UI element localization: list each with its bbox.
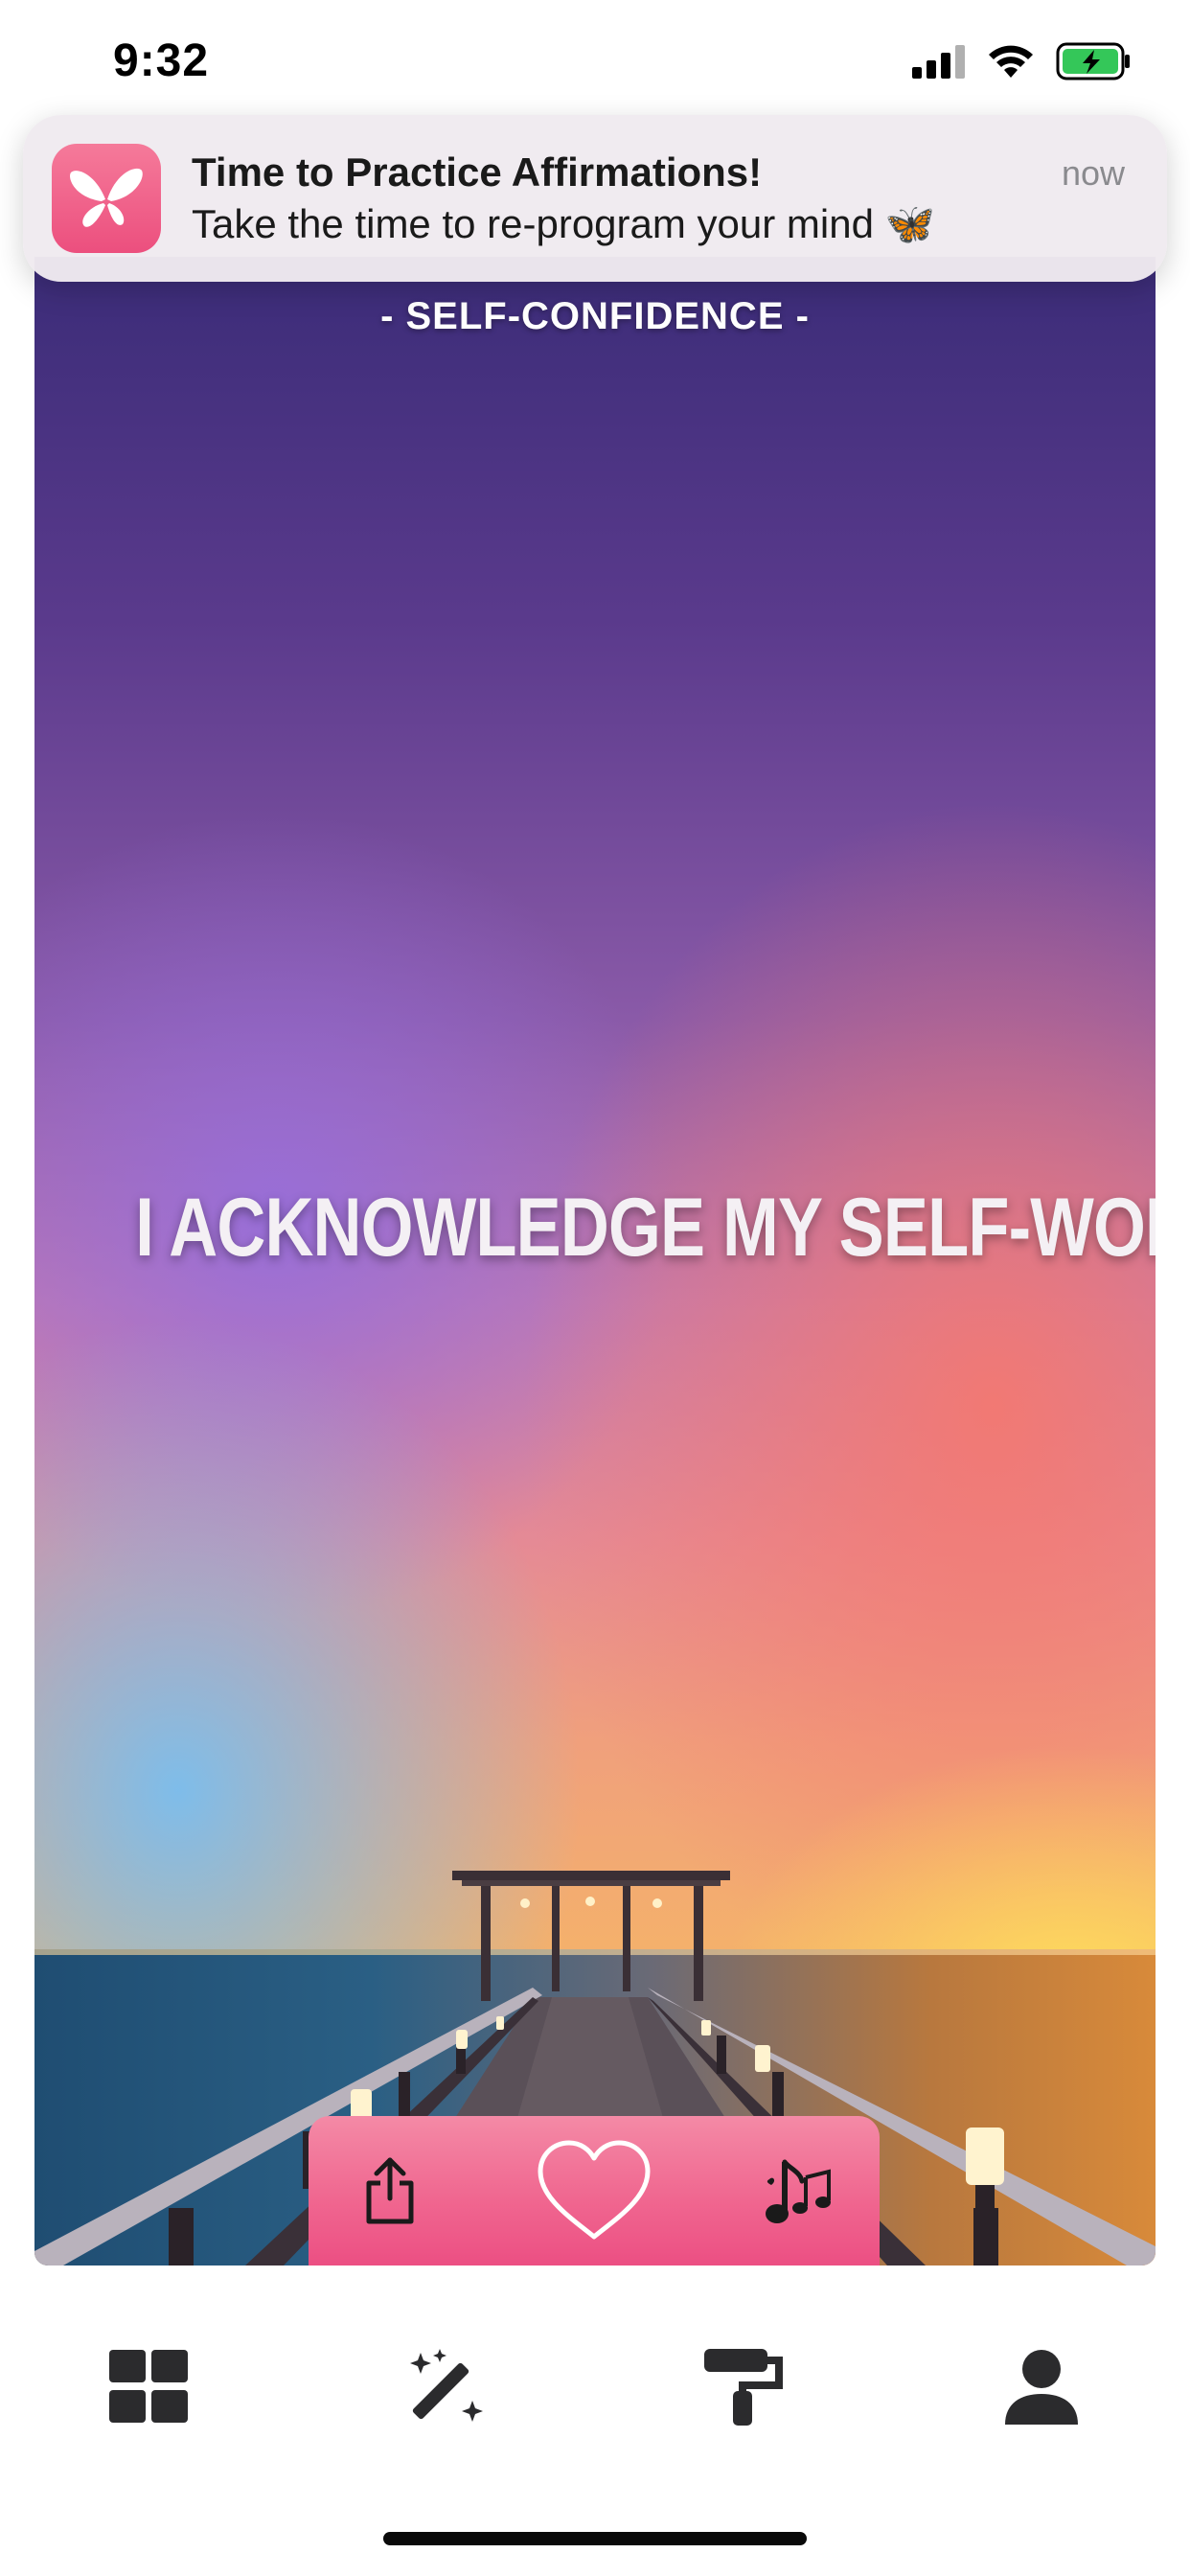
heart-icon — [538, 2140, 651, 2240]
share-button[interactable] — [347, 2148, 433, 2234]
status-time: 9:32 — [113, 35, 210, 86]
home-indicator[interactable] — [383, 2532, 807, 2545]
status-icons — [912, 42, 1133, 80]
category-label: - SELF-CONFIDENCE - — [380, 295, 810, 337]
music-button[interactable] — [755, 2148, 841, 2234]
like-button[interactable] — [527, 2124, 661, 2258]
share-icon — [366, 2157, 414, 2224]
action-bar — [309, 2116, 880, 2266]
tab-profile[interactable] — [984, 2329, 1099, 2444]
tab-bar — [0, 2310, 1190, 2463]
app-icon — [52, 144, 161, 253]
affirmation-card[interactable]: - SELF-CONFIDENCE - I ACKNOWLEDGE MY SEL… — [34, 257, 1156, 2266]
notification-banner[interactable]: Time to Practice Affirmations! Take the … — [23, 115, 1167, 282]
notification-time: now — [1061, 153, 1125, 193]
tab-themes[interactable] — [686, 2329, 801, 2444]
app-screen: - SELF-CONFIDENCE - I ACKNOWLEDGE MY SEL… — [0, 0, 1190, 2576]
music-icon — [766, 2159, 831, 2223]
battery-charging-icon — [1056, 42, 1130, 80]
paint-roller-icon — [704, 2349, 784, 2426]
affirmation-text: I ACKNOWLEDGE MY SELF-WORTH. — [135, 1182, 1156, 1274]
magic-wand-icon — [409, 2349, 483, 2422]
person-icon — [1004, 2350, 1078, 2425]
status-bar: 9:32 — [0, 0, 1190, 125]
tab-generate[interactable] — [389, 2329, 504, 2444]
notification-body: Take the time to re-program your mind 🦋 — [192, 201, 935, 246]
grid-icon — [109, 2350, 189, 2423]
cellular-signal-icon — [912, 45, 965, 79]
tab-categories[interactable] — [91, 2329, 206, 2444]
butterfly-icon — [70, 168, 143, 227]
wifi-icon — [989, 45, 1033, 78]
notification-title: Time to Practice Affirmations! — [192, 150, 763, 195]
